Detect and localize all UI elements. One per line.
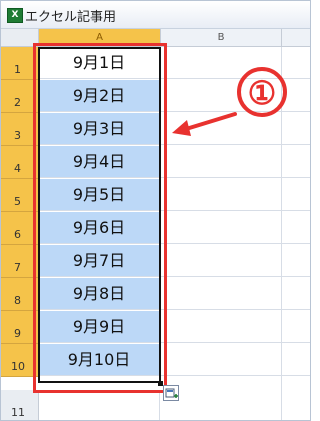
window-title: エクセル記事用 [25, 10, 117, 25]
excel-window: X エクセル記事用 A B 1 9月1日 2 9月2日 3 9月3日 4 9月4… [0, 0, 311, 421]
row-gridline [161, 210, 310, 211]
row-header-7[interactable]: 7 [1, 245, 39, 278]
row-header-8[interactable]: 8 [1, 278, 39, 311]
row-gridline [161, 144, 310, 145]
cell-a5[interactable]: 9月5日 [39, 179, 160, 211]
row-header-9[interactable]: 9 [1, 311, 39, 344]
annotation-arrow [172, 112, 237, 136]
row-header-6[interactable]: 6 [1, 212, 39, 245]
row-gridline [161, 342, 310, 343]
row-gridline [161, 276, 310, 277]
cell-a4[interactable]: 9月4日 [39, 146, 160, 178]
column-header-b[interactable]: B [161, 29, 282, 47]
paste-options-icon[interactable] [163, 385, 179, 401]
cell-a1[interactable]: 9月1日 [39, 47, 160, 79]
cell-a11[interactable] [39, 390, 160, 420]
cell-a2[interactable]: 9月2日 [39, 80, 160, 112]
row-header-4[interactable]: 4 [1, 146, 39, 179]
excel-icon: X [7, 8, 23, 23]
cell-a10[interactable]: 9月10日 [39, 344, 160, 376]
column-header-a[interactable]: A [39, 29, 161, 47]
row-header-11[interactable]: 11 [1, 390, 39, 420]
cell-a3[interactable]: 9月3日 [39, 113, 160, 145]
row-header-10[interactable]: 10 [1, 344, 39, 377]
cell-a9[interactable]: 9月9日 [39, 311, 160, 343]
cell-a7[interactable]: 9月7日 [39, 245, 160, 277]
row-header-5[interactable]: 5 [1, 179, 39, 212]
row-gridline [161, 243, 310, 244]
row-header-3[interactable]: 3 [1, 113, 39, 146]
row-header-1[interactable]: 1 [1, 47, 39, 80]
column-header-c[interactable] [282, 29, 310, 47]
title-bar: X エクセル記事用 [1, 1, 310, 29]
annotation-marker: ① [237, 67, 287, 117]
annotation-marker-text: ① [248, 74, 277, 112]
cell-a6[interactable]: 9月6日 [39, 212, 160, 244]
select-all-corner[interactable] [1, 29, 39, 47]
row-gridline [161, 177, 310, 178]
row-gridline [161, 309, 310, 310]
row-header-2[interactable]: 2 [1, 80, 39, 113]
cell-a8[interactable]: 9月8日 [39, 278, 160, 310]
row-gridline [161, 375, 310, 376]
